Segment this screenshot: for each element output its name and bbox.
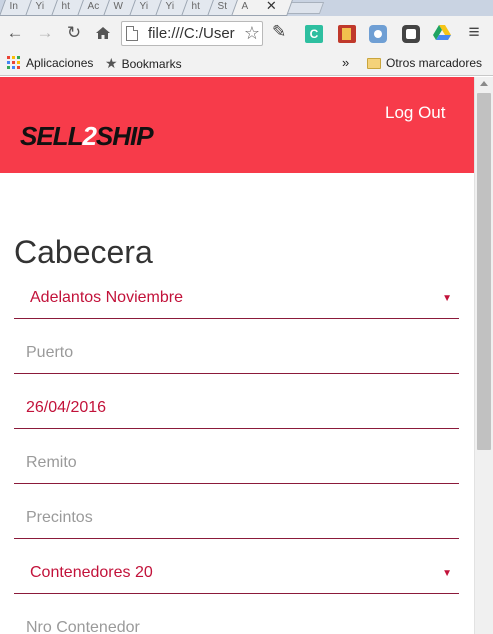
address-bar[interactable]: file:///C:/User ☆ (121, 21, 263, 46)
apps-shortcut[interactable]: Aplicaciones (7, 55, 93, 71)
tab-strip: In Yi ht Ac W Yi Yi ht St A ✕ (0, 0, 493, 16)
page-viewport: SELL2SHIP Log Out Cabecera Adelantos Nov… (0, 77, 493, 634)
browser-tab-active[interactable]: A ✕ (231, 0, 293, 16)
scroll-up-arrow-icon[interactable] (480, 81, 488, 86)
extension-square-icon[interactable] (402, 25, 420, 43)
cabecera-form: Cabecera Adelantos Noviembre ▼ Puerto 26/04… (14, 232, 459, 634)
field-placeholder: Nro Contenedor (26, 619, 140, 634)
back-arrow-icon[interactable]: ← (4, 22, 26, 44)
bookmarks-label: Bookmarks (121, 57, 182, 71)
field-value: Contenedores 20 (30, 564, 153, 581)
field-value: Adelantos Noviembre (30, 289, 183, 306)
field-placeholder: Remito (26, 454, 77, 471)
new-tab-button[interactable] (285, 2, 325, 14)
close-tab-icon[interactable]: ✕ (260, 0, 277, 13)
field-value: 26/04/2016 (26, 399, 107, 416)
dropdown-arrow-icon[interactable]: ▼ (442, 293, 452, 304)
reload-icon[interactable]: ↻ (63, 22, 85, 44)
home-icon[interactable] (92, 22, 114, 44)
page-icon (126, 26, 138, 41)
extension-book-icon[interactable] (338, 25, 356, 43)
bookmarks-overflow-button[interactable]: » (342, 55, 349, 71)
star-icon: ★ (105, 55, 118, 71)
drive-icon[interactable] (433, 25, 451, 43)
logout-link[interactable]: Log Out (385, 103, 446, 123)
page-scrollbar[interactable] (474, 77, 493, 634)
apps-grid-icon (7, 56, 21, 70)
form-title: Cabecera (14, 234, 153, 270)
dropdown-arrow-icon[interactable]: ▼ (442, 568, 452, 579)
select-field[interactable]: Contenedores 20 ▼ (14, 539, 459, 594)
camera-icon[interactable] (369, 25, 387, 43)
apps-label: Aplicaciones (26, 56, 94, 70)
app-header: SELL2SHIP Log Out (0, 77, 474, 173)
field-placeholder: Puerto (26, 344, 74, 361)
sell2ship-logo[interactable]: SELL2SHIP (20, 121, 154, 151)
text-field[interactable]: Puerto (14, 319, 459, 374)
scroll-thumb[interactable] (477, 93, 491, 450)
bookmarks-bar: Aplicaciones ★ Bookmarks » Otros marcador… (0, 50, 493, 76)
text-field[interactable]: 26/04/2016 (14, 374, 459, 429)
bookmarks-shortcut[interactable]: ★ Bookmarks (105, 55, 182, 71)
browser-toolbar: ← → ↻ file:///C:/User ☆ ✎ C ≡ (0, 16, 493, 50)
bookmark-star-icon[interactable]: ☆ (241, 23, 260, 44)
forward-arrow-icon[interactable]: → (34, 22, 56, 44)
text-field[interactable]: Remito (14, 429, 459, 484)
other-bookmarks-label: Otros marcadores (386, 56, 483, 70)
text-field[interactable]: Precintos (14, 484, 459, 539)
text-field[interactable]: Nro Contenedor (14, 594, 459, 634)
menu-icon[interactable]: ≡ (465, 23, 483, 43)
other-bookmarks-folder[interactable]: Otros marcadores (367, 55, 482, 71)
address-url[interactable]: file:///C:/User (148, 25, 235, 42)
select-field[interactable]: Adelantos Noviembre ▼ (14, 272, 459, 319)
extension-c-icon[interactable]: C (305, 25, 323, 43)
folder-icon (367, 58, 381, 69)
pencil-icon[interactable]: ✎ (272, 22, 290, 41)
field-placeholder: Precintos (26, 509, 93, 526)
